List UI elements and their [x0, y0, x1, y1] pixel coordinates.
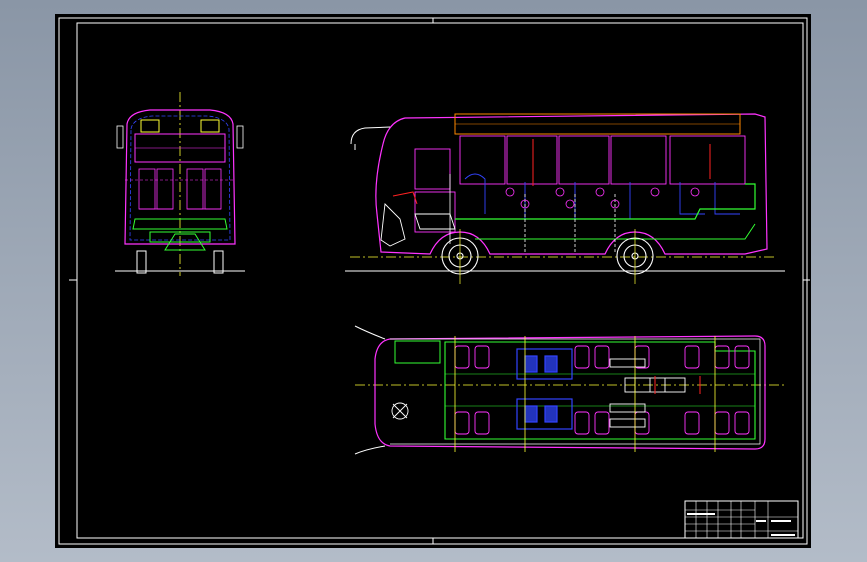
cad-viewport: [0, 0, 867, 562]
title-block[interactable]: [684, 500, 799, 539]
outer-border: [58, 17, 808, 545]
front-view[interactable]: [115, 92, 245, 276]
top-view[interactable]: [354, 325, 785, 455]
side-view[interactable]: [345, 113, 785, 284]
inner-border: [76, 22, 804, 539]
drawing-canvas: [58, 17, 810, 545]
drawing-sheet[interactable]: [55, 14, 811, 548]
